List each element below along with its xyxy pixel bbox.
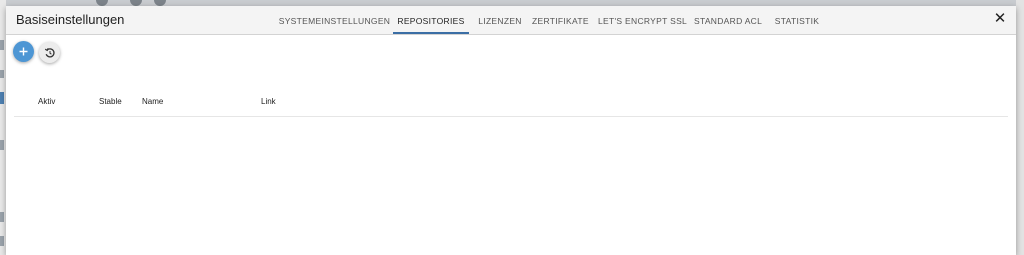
- reset-button[interactable]: [39, 42, 60, 63]
- tab-systemeinstellungen[interactable]: SYSTEMEINSTELLUNGEN: [276, 6, 393, 34]
- tab-label: LET'S ENCRYPT SSL: [598, 16, 688, 26]
- background-mark: [0, 92, 4, 104]
- background-mark: [0, 236, 4, 246]
- column-header-link[interactable]: Link: [261, 97, 276, 106]
- tab-label: LIZENZEN: [478, 16, 522, 26]
- plus-icon: [19, 47, 28, 56]
- column-header-name[interactable]: Name: [142, 97, 163, 106]
- background-mark: [0, 40, 4, 50]
- tab-repositories[interactable]: REPOSITORIES: [393, 6, 469, 34]
- tab-zertifikate[interactable]: ZERTIFIKATE: [532, 6, 589, 34]
- tab-standard-acl[interactable]: STANDARD ACL: [694, 6, 762, 34]
- tab-statistik[interactable]: STATISTIK: [773, 6, 821, 34]
- close-icon: ✕: [993, 10, 1007, 27]
- dialog-titlebar: Basiseinstellungen SYSTEMEINSTELLUNGEN R…: [6, 6, 1016, 35]
- background-app-edge: [1016, 0, 1024, 255]
- active-tab-indicator: [393, 32, 469, 34]
- add-repository-button[interactable]: [13, 41, 34, 62]
- tab-label: STATISTIK: [774, 16, 820, 26]
- dialog-title: Basiseinstellungen: [16, 12, 125, 27]
- tab-label: ZERTIFIKATE: [532, 16, 589, 26]
- tab-label: STANDARD ACL: [694, 16, 763, 26]
- close-button[interactable]: ✕: [992, 11, 1008, 27]
- background-mark: [0, 140, 4, 150]
- restore-icon: [44, 47, 55, 58]
- column-header-aktiv[interactable]: Aktiv: [38, 97, 55, 106]
- background-mark: [0, 212, 4, 222]
- tab-lizenzen[interactable]: LIZENZEN: [475, 6, 525, 34]
- background-mark: [0, 70, 4, 78]
- column-header-stable[interactable]: Stable: [99, 97, 122, 106]
- settings-dialog: Basiseinstellungen SYSTEMEINSTELLUNGEN R…: [6, 6, 1016, 255]
- tab-label: SYSTEMEINSTELLUNGEN: [278, 16, 391, 26]
- repository-table-header: Aktiv Stable Name Link: [14, 94, 1008, 117]
- tab-label: REPOSITORIES: [397, 16, 465, 26]
- tab-lets-encrypt-ssl[interactable]: LET'S ENCRYPT SSL: [598, 6, 688, 34]
